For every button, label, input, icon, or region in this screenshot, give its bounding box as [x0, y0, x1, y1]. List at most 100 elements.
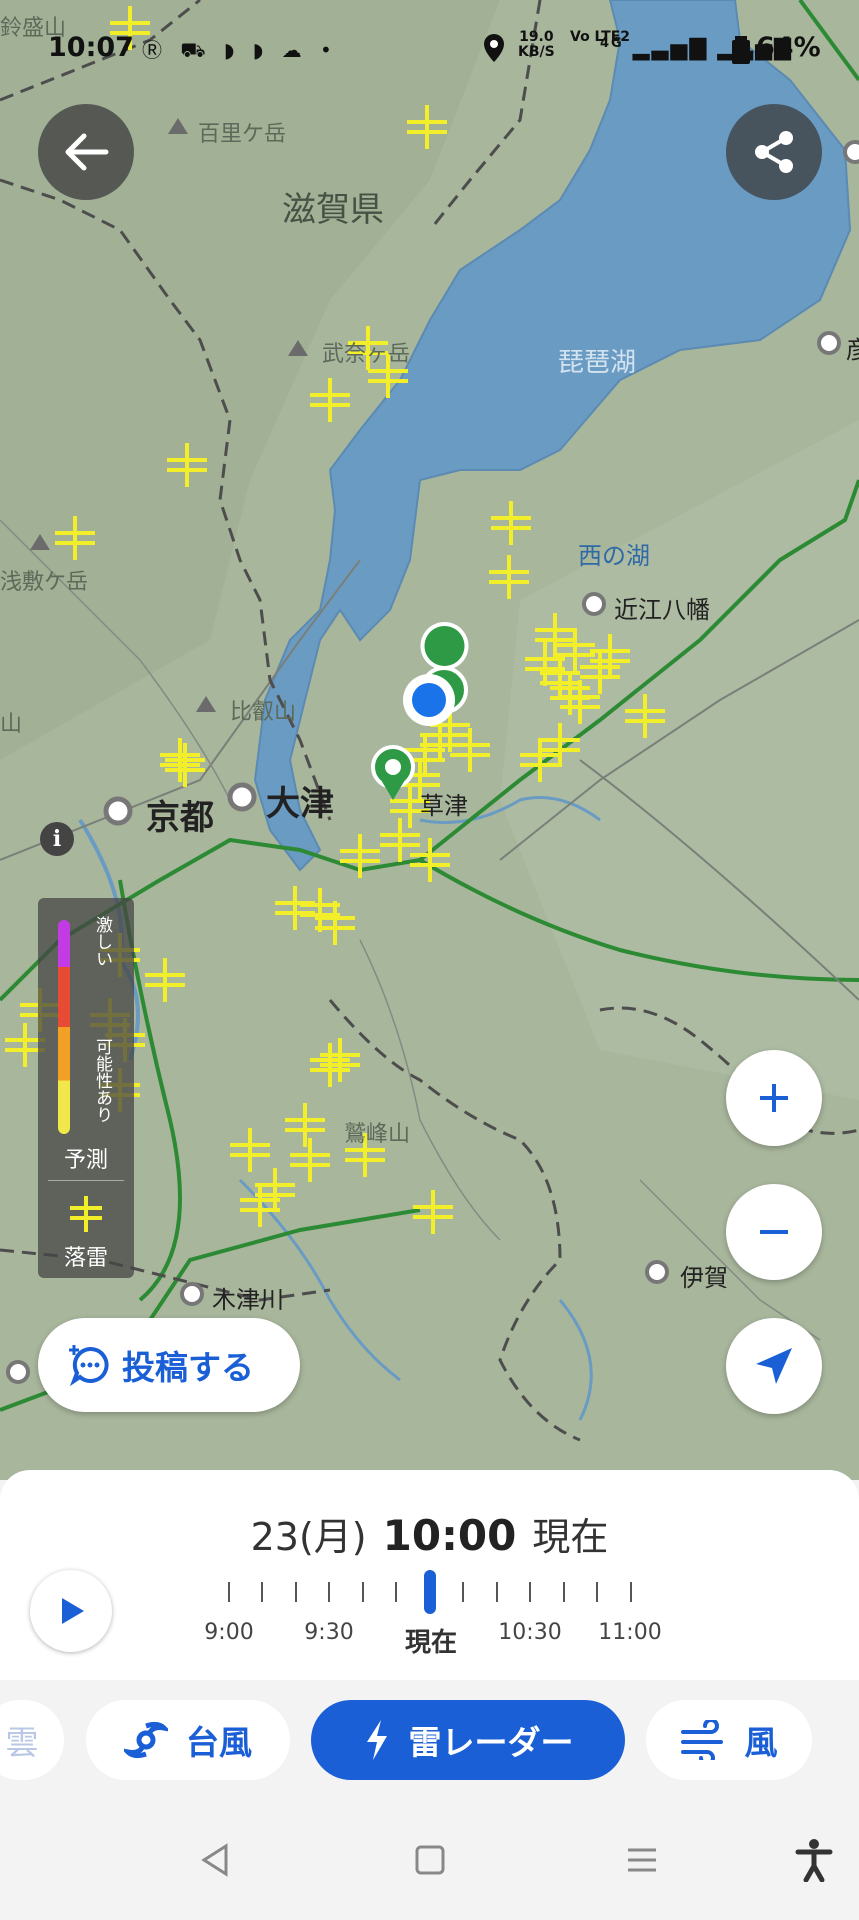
back-button[interactable]	[38, 104, 134, 200]
notification-icons: Ⓡ ⛟ ◗ ◗ ☁ •	[142, 38, 338, 62]
tab-lightning-radar-label: 雷レーダー	[408, 1723, 574, 1762]
map-label-prefecture: 滋賀県	[282, 190, 384, 230]
timeline-panel: 23(月) 10:00 現在 9:00 9:30 現在 10:30 11:00	[0, 1470, 859, 1680]
map-label-city: 京都	[146, 798, 214, 838]
play-button[interactable]	[30, 1570, 112, 1652]
timeline-time: 10:00	[382, 1511, 517, 1560]
network-speed-value: 19.0	[519, 29, 554, 45]
status-time: 10:07	[48, 32, 134, 63]
map-label-edge: 山	[0, 712, 23, 737]
map-label-city: 木津川	[212, 1286, 284, 1314]
minus-icon	[760, 1230, 788, 1234]
timeline-tick	[496, 1582, 498, 1602]
map-label-city: 大津	[266, 784, 334, 824]
timeline-label: 9:30	[304, 1620, 354, 1645]
timeline-tick	[630, 1582, 632, 1602]
map-label-mountain: 武奈ヶ岳	[322, 342, 411, 367]
legend-divider	[48, 1180, 124, 1181]
map-label-mountain: 浅敷ケ岳	[0, 570, 89, 595]
timeline-cursor[interactable]	[424, 1570, 436, 1614]
tab-wind-label: 風	[744, 1723, 778, 1762]
timeline-tick	[328, 1582, 330, 1602]
play-icon	[62, 1598, 84, 1624]
arrow-left-icon	[65, 133, 109, 171]
triangle-back-icon	[201, 1843, 228, 1877]
timeline-tick	[362, 1582, 364, 1602]
timeline-tick	[261, 1582, 263, 1602]
timeline-label: 11:00	[598, 1620, 662, 1645]
square-home-icon	[415, 1845, 445, 1875]
map-label-city: 近江八幡	[614, 596, 710, 624]
legend-strong: 激しい	[92, 916, 112, 967]
layer-tabs: 雲 台風 雷レーダー 風	[0, 1680, 859, 1800]
map-label-city: 草津	[420, 792, 468, 820]
city-dot	[180, 1282, 204, 1306]
zoom-in-button[interactable]	[726, 1050, 822, 1146]
timeline-date: 23(月)	[250, 1515, 367, 1559]
navigation-arrow-icon	[756, 1348, 792, 1384]
timeline-tick	[563, 1582, 565, 1602]
map-label-city: 伊賀	[680, 1264, 728, 1292]
tab-typhoon[interactable]: 台風	[86, 1700, 290, 1780]
timeline-tick	[395, 1582, 397, 1602]
map-label-lake: 西の湖	[578, 542, 650, 570]
post-button-label: 投稿する	[122, 1348, 254, 1387]
my-location-button[interactable]	[726, 1318, 822, 1414]
share-button[interactable]	[726, 104, 822, 200]
map-label-mountain: 百里ケ岳	[198, 122, 287, 147]
wind-icon	[680, 1720, 723, 1760]
nav-home-button[interactable]	[400, 1830, 460, 1890]
timeline-now: 現在	[532, 1515, 609, 1559]
nav-back-button[interactable]	[186, 1830, 246, 1890]
legend-possible: 可能性あり	[92, 1038, 112, 1123]
timeline-tick	[529, 1582, 531, 1602]
city-dot	[6, 1360, 30, 1384]
map-label-edge: 彦	[846, 336, 859, 364]
post-button[interactable]: 投稿する	[38, 1318, 300, 1412]
city-dot	[645, 1260, 669, 1284]
network-type: 4G	[600, 36, 624, 51]
map-label-lake: 琵琶湖	[558, 348, 637, 378]
timeline-header: 23(月) 10:00 現在	[0, 1506, 859, 1561]
network-speed-unit: KB/S	[518, 44, 555, 60]
timeline-label: 10:30	[498, 1620, 562, 1645]
zoom-out-button[interactable]	[726, 1184, 822, 1280]
battery-level: 64%	[756, 32, 821, 63]
legend-panel: 激しい 可能性あり 予測 落雷	[38, 898, 134, 1278]
system-nav-bar	[0, 1800, 859, 1920]
menu-recents-icon	[628, 1848, 656, 1872]
lightning-marker-icon	[70, 1196, 102, 1232]
city-dot	[843, 140, 859, 164]
city-dot	[582, 592, 606, 616]
network-speed: 19.0 KB/S	[518, 30, 555, 60]
lightning-bolt-icon	[366, 1720, 387, 1760]
current-location-dot	[403, 674, 455, 726]
accessibility-button[interactable]	[784, 1830, 844, 1890]
accessibility-icon	[795, 1839, 833, 1882]
timeline-tick	[596, 1582, 598, 1602]
tab-lightning-radar[interactable]: 雷レーダー	[311, 1700, 625, 1780]
typhoon-icon	[124, 1721, 168, 1759]
timeline-label-now: 現在	[404, 1628, 458, 1658]
location-icon	[484, 34, 504, 62]
status-bar: 10:07 Ⓡ ⛟ ◗ ◗ ☁ • 19.0 KB/S Vo LTE2 4G ▂▃…	[0, 28, 859, 72]
timeline-tick	[228, 1582, 230, 1602]
tab-typhoon-label: 台風	[186, 1723, 252, 1762]
info-icon[interactable]: i	[40, 822, 74, 856]
nav-recents-button[interactable]	[612, 1830, 672, 1890]
legend-forecast: 予測	[63, 1148, 108, 1173]
map-label-mountain: 鷲峰山	[344, 1122, 411, 1147]
legend-lightning: 落雷	[63, 1246, 108, 1271]
chat-plus-icon	[69, 1345, 109, 1387]
tab-cloud-label: 雲	[5, 1723, 39, 1762]
tab-cloud[interactable]: 雲	[0, 1700, 64, 1780]
tab-wind[interactable]: 風	[646, 1700, 812, 1780]
map-label-mountain: 比叡山	[230, 700, 297, 725]
city-dot	[817, 331, 841, 355]
intensity-scale	[58, 920, 70, 1134]
timeline-tick	[295, 1582, 297, 1602]
battery-icon	[732, 36, 750, 64]
plus-icon	[760, 1084, 788, 1112]
timeline-label: 9:00	[204, 1620, 254, 1645]
timeline-tick	[462, 1582, 464, 1602]
